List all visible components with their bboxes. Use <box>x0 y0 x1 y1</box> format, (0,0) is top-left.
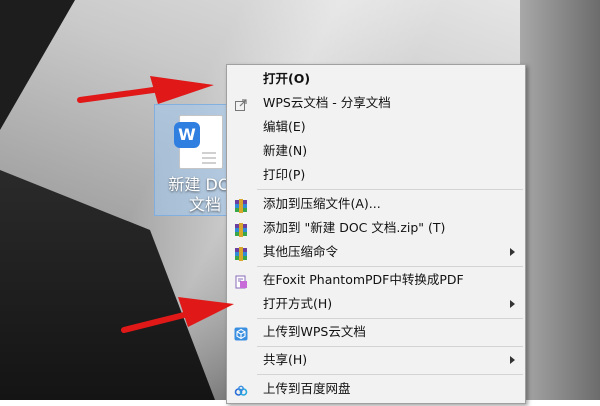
annotation-arrows <box>77 76 234 333</box>
red-arrow-top <box>77 76 214 104</box>
red-arrow-bottom <box>121 297 234 333</box>
